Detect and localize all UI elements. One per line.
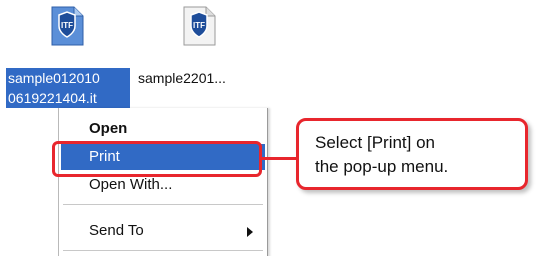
menu-separator [63, 250, 263, 251]
svg-text:ITF: ITF [61, 21, 73, 30]
callout-line: the pop-up menu. [315, 157, 449, 176]
callout-connector [262, 157, 298, 160]
svg-text:ITF: ITF [193, 21, 205, 30]
itf-file-icon[interactable]: ITF [48, 6, 84, 46]
submenu-arrow-icon [247, 227, 253, 237]
instruction-callout: Select [Print] on the pop-up menu. [296, 118, 528, 190]
menu-separator [63, 204, 263, 205]
itf-file-icon[interactable]: ITF [180, 6, 216, 46]
file-label-selected[interactable]: sample012010 0619221404.it [6, 68, 130, 108]
print-highlight-ring [52, 141, 262, 177]
file-label-line: sample012010 [8, 70, 100, 86]
file-label-line: 0619221404.it [8, 90, 97, 106]
menu-item-send-to[interactable]: Send To [61, 218, 265, 244]
callout-line: Select [Print] on [315, 133, 436, 152]
menu-item-open[interactable]: Open [61, 116, 265, 142]
context-menu: Open Print Open With... Send To [58, 108, 268, 256]
file-label[interactable]: sample2201... [138, 68, 226, 88]
